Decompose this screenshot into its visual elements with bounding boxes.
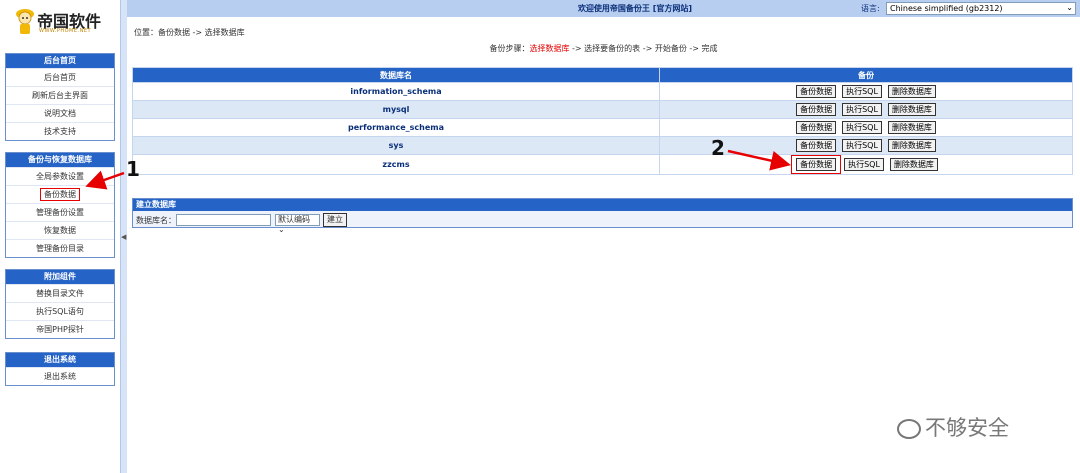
annotation-number-2: 2 <box>711 136 725 160</box>
menu-item-replace-files[interactable]: 替换目录文件 <box>6 284 114 302</box>
db-name: sys <box>132 136 660 155</box>
chevron-down-icon: ⌄ <box>278 225 285 234</box>
menu-addons-title: 附加组件 <box>6 270 114 284</box>
execute-sql-button[interactable]: 执行SQL <box>844 158 884 171</box>
execute-sql-button[interactable]: 执行SQL <box>842 85 882 98</box>
annotation-number-1: 1 <box>126 157 140 181</box>
wechat-icon <box>897 419 921 439</box>
menu-item-manage-backup-dir[interactable]: 管理备份目录 <box>6 239 114 257</box>
highlight-box: 备份数据 <box>791 155 842 174</box>
top-banner: 欢迎使用帝国备份王 [官方网站] 语言: Chinese simplified … <box>0 0 1080 17</box>
watermark: 不够安全 <box>897 412 1009 442</box>
menu-addons: 附加组件 替换目录文件 执行SQL语句 帝国PHP探针 <box>5 269 115 339</box>
menu-logout-title: 退出系统 <box>6 353 114 367</box>
breadcrumb: 位置：备份数据 -> 选择数据库 <box>134 28 245 37</box>
create-database-title: 建立数据库 <box>133 199 1072 211</box>
main-content: 位置：备份数据 -> 选择数据库 备份步骤：选择数据库 -> 选择要备份的表 -… <box>127 17 1080 473</box>
menu-item-execute-sql[interactable]: 执行SQL语句 <box>6 302 114 320</box>
table-row: mysql 备份数据 执行SQL 删除数据库 <box>132 100 1073 119</box>
backup-steps: 备份步骤：选择数据库 -> 选择要备份的表 -> 开始备份 -> 完成 <box>127 43 1080 54</box>
column-header-backup: 备份 <box>659 67 1073 83</box>
create-database-panel: 建立数据库 数据库名： 默认编码 ⌄ 建立 <box>132 198 1073 234</box>
db-name: zzcms <box>132 154 660 175</box>
menu-item-backup-data-label: 备份数据 <box>40 188 80 201</box>
backup-data-button[interactable]: 备份数据 <box>796 121 837 134</box>
language-label: 语言: <box>861 4 880 13</box>
menu-item-home[interactable]: 后台首页 <box>6 68 114 86</box>
delete-database-button[interactable]: 删除数据库 <box>887 121 936 134</box>
encoding-select-value: 默认编码 <box>278 215 310 224</box>
table-row: zzcms 备份数据 执行SQL 删除数据库 <box>132 154 1073 175</box>
steps-rest: -> 选择要备份的表 -> 开始备份 -> 完成 <box>569 44 718 53</box>
database-table: 数据库名 备份 information_schema 备份数据 执行SQL 删除数据… <box>132 67 1073 175</box>
encoding-select[interactable]: 默认编码 ⌄ <box>275 214 320 234</box>
menu-backup: 备份与恢复数据库 全局参数设置 备份数据 管理备份设置 恢复数据 管理备份目录 <box>5 152 115 258</box>
backup-data-button[interactable]: 备份数据 <box>796 158 837 171</box>
menu-item-restore-data[interactable]: 恢复数据 <box>6 221 114 239</box>
welcome-label: 欢迎使用帝国备份王 <box>577 4 650 13</box>
menu-item-global-settings[interactable]: 全局参数设置 <box>6 167 114 185</box>
execute-sql-button[interactable]: 执行SQL <box>842 139 882 152</box>
menu-item-logout[interactable]: 退出系统 <box>6 367 114 385</box>
collapse-arrow-icon[interactable]: ◀ <box>121 233 126 241</box>
menu-item-backup-data[interactable]: 备份数据 <box>6 185 114 203</box>
steps-current: 选择数据库 <box>529 44 570 53</box>
menu-home-title: 后台首页 <box>6 54 114 68</box>
db-name: information_schema <box>132 82 660 101</box>
menu-item-refresh[interactable]: 刷新后台主界面 <box>6 86 114 104</box>
menu-logout: 退出系统 退出系统 <box>5 352 115 386</box>
column-header-db: 数据库名 <box>132 67 660 83</box>
backup-data-button[interactable]: 备份数据 <box>796 139 837 152</box>
db-name: mysql <box>132 100 660 119</box>
menu-backup-title: 备份与恢复数据库 <box>6 153 114 167</box>
db-name: performance_schema <box>132 118 660 137</box>
execute-sql-button[interactable]: 执行SQL <box>842 121 882 134</box>
logo: 帝国软件 WWW.PHOME.NET <box>14 6 106 38</box>
table-row: sys 备份数据 执行SQL 删除数据库 <box>132 136 1073 155</box>
backup-data-button[interactable]: 备份数据 <box>796 103 837 116</box>
sidebar-splitter[interactable]: ◀ <box>120 0 127 473</box>
row-actions: 备份数据 执行SQL 删除数据库 <box>659 118 1073 137</box>
create-database-button[interactable]: 建立 <box>323 213 347 227</box>
menu-item-manage-backup-settings[interactable]: 管理备份设置 <box>6 203 114 221</box>
language-select-value: Chinese simplified (gb2312) <box>890 4 1003 13</box>
delete-database-button[interactable]: 删除数据库 <box>887 85 936 98</box>
execute-sql-button[interactable]: 执行SQL <box>842 103 882 116</box>
row-actions: 备份数据 执行SQL 删除数据库 <box>659 100 1073 119</box>
steps-prefix: 备份步骤： <box>489 44 530 53</box>
menu-home: 后台首页 后台首页 刷新后台主界面 说明文档 技术支持 <box>5 53 115 141</box>
menu-item-docs[interactable]: 说明文档 <box>6 104 114 122</box>
official-site-link[interactable]: [官方网站] <box>653 4 692 13</box>
table-row: information_schema 备份数据 执行SQL 删除数据库 <box>132 82 1073 101</box>
menu-item-support[interactable]: 技术支持 <box>6 122 114 140</box>
database-name-input[interactable] <box>176 214 271 226</box>
language-select[interactable]: Chinese simplified (gb2312) ⌄ <box>886 2 1076 15</box>
delete-database-button[interactable]: 删除数据库 <box>889 158 938 171</box>
database-name-label: 数据库名： <box>136 216 176 225</box>
watermark-text: 不够安全 <box>925 416 1009 440</box>
backup-data-button[interactable]: 备份数据 <box>796 85 837 98</box>
chevron-down-icon: ⌄ <box>1066 3 1073 12</box>
delete-database-button[interactable]: 删除数据库 <box>887 139 936 152</box>
row-actions: 备份数据 执行SQL 删除数据库 <box>659 82 1073 101</box>
mascot-icon <box>16 9 34 34</box>
left-sidebar: 帝国软件 WWW.PHOME.NET 后台首页 后台首页 刷新后台主界面 说明文… <box>0 0 120 473</box>
table-row: performance_schema 备份数据 执行SQL 删除数据库 <box>132 118 1073 137</box>
table-header-row: 数据库名 备份 <box>132 67 1073 83</box>
logo-url: WWW.PHOME.NET <box>39 28 92 34</box>
menu-item-php-probe[interactable]: 帝国PHP探针 <box>6 320 114 338</box>
delete-database-button[interactable]: 删除数据库 <box>887 103 936 116</box>
